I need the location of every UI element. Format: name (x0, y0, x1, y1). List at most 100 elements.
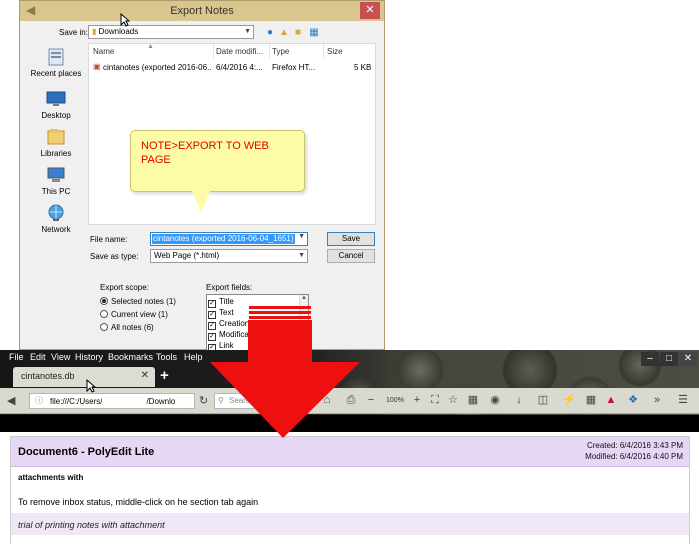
file-row[interactable]: ▣ cintanotes (exported 2016-06... 6/4/20… (89, 61, 375, 74)
file-type: Firefox HT... (272, 63, 316, 72)
place-libraries[interactable]: Libraries (26, 127, 86, 158)
menu-bookmarks[interactable]: Bookmarks (108, 352, 153, 362)
column-date[interactable]: Date modifi... (216, 47, 263, 56)
desktop-icon (46, 91, 66, 106)
scope-selected-radio[interactable]: Selected notes (1) (100, 297, 176, 306)
cancel-button[interactable]: Cancel (327, 249, 375, 263)
bookmark-star-icon[interactable]: ☆ (446, 393, 460, 407)
pdf-icon[interactable]: ▲ (604, 393, 618, 407)
url-prefix: file:///C:/Users/ (50, 397, 103, 406)
dialog-title: Export Notes (170, 5, 234, 17)
save-as-type-dropdown[interactable]: Web Page (*.html) ▼ (150, 249, 308, 263)
sidebar-icon[interactable]: ◫ (536, 393, 550, 407)
zoom-out-icon[interactable]: − (364, 393, 378, 407)
new-folder-icon[interactable]: ■ (292, 27, 304, 39)
annotation-callout: NOTE>EXPORT TO WEB PAGE (130, 130, 305, 192)
scope-all-notes-radio[interactable]: All notes (6) (100, 323, 154, 332)
red-bar (249, 306, 311, 309)
place-desktop[interactable]: Desktop (26, 89, 86, 120)
column-name[interactable]: Name (93, 47, 114, 56)
hamburger-menu-icon[interactable]: ☰ (676, 393, 690, 407)
note-body: To remove inbox status, middle-click on … (18, 497, 259, 507)
minimize-icon[interactable]: – (641, 352, 659, 366)
view-menu-icon[interactable]: ▦ (308, 27, 320, 39)
page-info-icon[interactable]: ⓘ (35, 394, 43, 408)
note-footer-text: trial of printing notes with attachment (18, 520, 165, 530)
save-in-label: Save in: (59, 28, 88, 37)
addon-icon[interactable]: ▦ (584, 393, 598, 407)
menu-help[interactable]: Help (184, 352, 203, 362)
place-recent[interactable]: Recent places (26, 47, 86, 78)
this-pc-icon (47, 167, 65, 182)
field-title-checkbox[interactable]: ✓ Title (208, 297, 234, 308)
redacted-username (102, 394, 147, 404)
recent-places-icon (48, 48, 64, 66)
menu-tools[interactable]: Tools (156, 352, 177, 362)
mouse-cursor-icon (120, 13, 130, 27)
place-network[interactable]: Network (26, 203, 86, 234)
column-separator (323, 44, 324, 58)
export-scope-label: Export scope: (100, 283, 149, 292)
column-type[interactable]: Type (272, 47, 289, 56)
maximize-icon[interactable]: □ (660, 352, 678, 366)
save-button[interactable]: Save (327, 232, 375, 246)
zoom-in-icon[interactable]: + (410, 393, 424, 407)
new-tab-icon[interactable]: + (160, 367, 169, 384)
export-notes-dialog: ◀ Export Notes ✕ Save in: ▮ Downloads ▼ … (19, 0, 385, 351)
note-title: Document6 - PolyEdit Lite (18, 446, 155, 458)
note-header: Document6 - PolyEdit Lite Created: 6/4/2… (11, 437, 689, 467)
scroll-up-icon[interactable]: ▲ (301, 295, 307, 301)
red-highlight-bars (249, 306, 311, 320)
field-text-checkbox[interactable]: ✓ Text (208, 308, 234, 319)
callout-pointer (192, 191, 210, 213)
window-close-icon[interactable]: ✕ (679, 352, 697, 366)
reload-icon[interactable]: ↻ (199, 394, 208, 407)
note-footer: trial of printing notes with attachment (11, 513, 689, 535)
note-created: Created: 6/4/2016 3:43 PM (586, 441, 683, 450)
back-button-icon[interactable]: ◀ (7, 394, 15, 407)
places-bar: Recent places Desktop Libraries This PC … (26, 43, 86, 234)
column-separator (213, 44, 214, 58)
chevron-down-icon: ▼ (298, 252, 305, 259)
libraries-icon (47, 129, 65, 145)
scope-current-view-radio[interactable]: Current view (1) (100, 310, 168, 319)
save-as-type-value: Web Page (*.html) (154, 251, 220, 260)
browser-tab[interactable]: cintanotes.db ✕ (13, 367, 155, 387)
pocket-icon[interactable]: ◉ (488, 393, 502, 407)
place-this-pc[interactable]: This PC (26, 165, 86, 196)
callout-text: NOTE>EXPORT TO WEB PAGE (141, 140, 269, 166)
file-name-field[interactable]: cintanotes (exported 2016-06-04_1651) ▼ (150, 232, 308, 246)
file-size: 5 KB (354, 63, 372, 72)
red-bar (249, 311, 311, 314)
tab-title: cintanotes.db (21, 371, 75, 381)
menu-edit[interactable]: Edit (30, 352, 46, 362)
up-folder-icon[interactable]: ▲ (278, 27, 290, 39)
column-size[interactable]: Size (327, 47, 343, 56)
save-in-dropdown[interactable]: ▮ Downloads ▼ (88, 25, 254, 39)
radio-unchecked-icon (100, 310, 108, 318)
red-bar (249, 316, 311, 319)
menu-history[interactable]: History (75, 352, 103, 362)
library-icon[interactable]: ▦ (466, 393, 480, 407)
big-red-arrow (210, 320, 360, 438)
url-bar[interactable]: ⓘ file:///C:/Users/ /Downlo (29, 393, 195, 409)
dialog-titlebar: ◀ Export Notes ✕ (20, 1, 384, 21)
download-icon[interactable]: ↓ (512, 393, 526, 407)
menu-file[interactable]: File (9, 352, 24, 362)
zoom-level[interactable]: 100% (386, 397, 404, 404)
url-suffix: /Downlo (146, 397, 176, 406)
go-back-icon[interactable]: ● (264, 27, 276, 39)
save-as-type-label: Save as type: (90, 252, 139, 261)
folder-icon: ▮ (92, 27, 97, 36)
html-file-icon: ▣ (93, 62, 101, 71)
tab-close-icon[interactable]: ✕ (141, 370, 149, 381)
overflow-icon[interactable]: » (650, 393, 664, 407)
checkbox-checked-icon: ✓ (208, 300, 216, 308)
note-dates: Created: 6/4/2016 3:43 PM Modified: 6/4/… (585, 440, 683, 462)
close-icon[interactable]: ✕ (360, 2, 380, 19)
screenshot-icon[interactable]: ⛶ (428, 393, 442, 407)
sync-icon[interactable]: ❖ (626, 393, 640, 407)
extension-icon[interactable]: ⚡ (562, 393, 576, 407)
menu-view[interactable]: View (51, 352, 70, 362)
screenshot-root: ◀ Export Notes ✕ Save in: ▮ Downloads ▼ … (0, 0, 699, 544)
